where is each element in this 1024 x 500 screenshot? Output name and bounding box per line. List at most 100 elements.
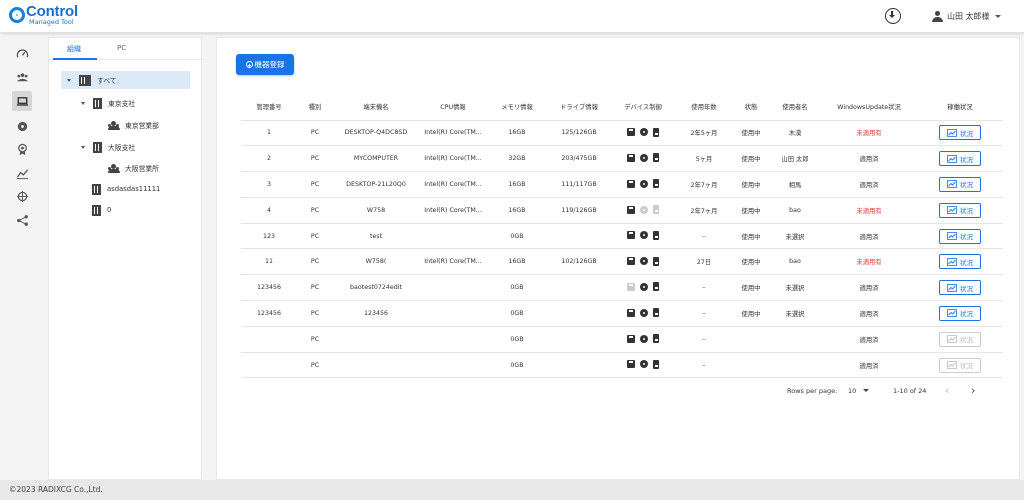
usb-icon[interactable] [653, 256, 659, 266]
cell-status: 状況 [917, 326, 1003, 353]
usb-icon[interactable] [653, 127, 659, 137]
next-page-button[interactable]: › [971, 385, 975, 396]
rows-per-page-select[interactable]: 10 [848, 387, 856, 395]
tree-node[interactable]: 大阪支社 [81, 138, 135, 156]
status-button[interactable]: 状況 [939, 280, 981, 296]
column-header[interactable]: 端末機名 [333, 93, 419, 121]
disc-icon[interactable] [640, 179, 648, 188]
table-row[interactable]: PC 0GB – 適用済 状況 [241, 352, 1003, 379]
tree-node[interactable]: すべて [61, 71, 190, 89]
disc-icon [17, 121, 27, 131]
column-header[interactable]: 種別 [297, 93, 333, 121]
cell-id: 4 [241, 197, 297, 224]
table-row[interactable]: 11 PC W758(Intel(R) Core(TM... 16GB 102/126G… [241, 248, 1003, 276]
tree-node[interactable]: 東京営業部 [107, 116, 159, 134]
save-icon[interactable] [627, 334, 635, 343]
rail-disc-button[interactable] [12, 116, 32, 136]
column-header[interactable]: 状態 [733, 93, 769, 121]
usb-icon[interactable] [653, 230, 659, 240]
table-row[interactable]: 2 PC MYCOMPUTER Intel(R) Core(TM... 32GB 203/… [241, 145, 1003, 173]
disc-icon[interactable] [640, 231, 648, 240]
rail-chart-button[interactable] [12, 163, 32, 183]
tree-node[interactable]: asdasdas11111 [81, 180, 160, 198]
status-button[interactable]: 状況 [939, 228, 981, 244]
rail-group-button[interactable] [12, 67, 32, 87]
user-menu[interactable]: 山田 太郎様 [932, 9, 1001, 23]
save-icon[interactable] [627, 282, 635, 291]
save-icon[interactable] [627, 231, 635, 240]
usb-icon[interactable] [653, 334, 659, 344]
usb-icon[interactable] [653, 153, 659, 163]
disc-icon[interactable] [640, 308, 648, 317]
column-header[interactable]: 管理番号 [241, 93, 297, 121]
table-row[interactable]: 123456 PC 123456 0GB – 使用中 未選択 適用済 状況 [241, 300, 1003, 327]
save-icon[interactable] [627, 308, 635, 317]
disc-icon[interactable] [640, 334, 648, 343]
download-icon[interactable] [885, 8, 901, 24]
status-button[interactable]: 状況 [939, 202, 981, 218]
table-row[interactable]: 3 PC DESKTOP-21L20Q0 Intel(R) Core(TM... 16G… [241, 171, 1003, 198]
usb-icon[interactable] [653, 205, 659, 215]
tree-node[interactable]: 東京支社 [81, 94, 135, 112]
table-row[interactable]: 1 PC DESKTOP-Q4DC8SD Intel(R) Core(TM... 16G… [241, 120, 1003, 147]
save-icon[interactable] [627, 360, 635, 369]
column-header[interactable]: WindowsUpdate状況 [821, 93, 917, 121]
rail-speedometer-button[interactable] [12, 44, 32, 64]
table-row[interactable]: 123 PC test 0GB – 使用中 未選択 適用済 状況 [241, 223, 1003, 250]
table-row[interactable]: 4 PC W758 Intel(R) Core(TM... 16GB 119/126GB 2… [241, 197, 1003, 224]
disc-icon[interactable] [640, 360, 648, 369]
status-button[interactable]: 状況 [939, 305, 981, 321]
laptop-icon [16, 96, 28, 106]
tab-organization[interactable]: 組織 [67, 44, 81, 54]
save-icon[interactable] [627, 179, 635, 188]
status-button[interactable]: 状況 [939, 254, 981, 270]
column-header[interactable]: 稼働状況 [917, 93, 1003, 121]
usb-icon[interactable] [653, 359, 659, 369]
status-button[interactable]: 状況 [939, 151, 981, 167]
prev-page-button[interactable]: ‹ [945, 385, 949, 396]
rail-laptop-button[interactable] [12, 91, 32, 111]
usb-icon[interactable] [653, 308, 659, 318]
disc-icon[interactable] [640, 153, 648, 162]
rail-badge-button[interactable] [12, 139, 32, 159]
column-header[interactable]: 使用者名 [769, 93, 821, 121]
usb-icon[interactable] [653, 282, 659, 292]
cell-type: PC [297, 248, 333, 276]
expand-arrow-icon[interactable] [81, 101, 85, 105]
save-icon[interactable] [627, 205, 635, 214]
disc-icon[interactable] [640, 128, 648, 137]
disc-icon[interactable] [640, 257, 648, 266]
status-button[interactable]: 状況 [939, 331, 981, 347]
tree-node-label: 0 [107, 206, 112, 214]
column-header[interactable]: ドライブ情報 [547, 93, 611, 121]
usb-icon[interactable] [653, 179, 659, 189]
chart-icon [947, 206, 957, 215]
column-header[interactable]: CPU情報 [419, 93, 487, 121]
disc-icon[interactable] [640, 205, 648, 214]
expand-arrow-icon[interactable] [67, 78, 71, 82]
save-icon[interactable] [627, 128, 635, 137]
column-header[interactable]: メモリ情報 [487, 93, 547, 121]
column-header[interactable]: デバイス制御 [611, 93, 675, 121]
user-name: 山田 太郎様 [947, 11, 990, 21]
status-button[interactable]: 状況 [939, 176, 981, 192]
caret-down-icon[interactable] [863, 389, 869, 392]
rail-crosshair-button[interactable] [12, 186, 32, 206]
status-button[interactable]: 状況 [939, 357, 981, 373]
disc-icon[interactable] [640, 282, 648, 291]
rail-share-button[interactable] [12, 210, 32, 230]
register-device-button[interactable]: 機器登録 [236, 54, 294, 75]
save-icon[interactable] [627, 257, 635, 266]
table-row[interactable]: 123456 PC baotest0724edit 0GB – 使用中 未選択 適用済 状況 [241, 274, 1003, 302]
column-header[interactable]: 使用年数 [675, 93, 733, 121]
tab-pc[interactable]: PC [117, 44, 126, 52]
tree-node[interactable]: 大阪営業所 [107, 159, 159, 177]
save-icon[interactable] [627, 153, 635, 162]
cell-status: 状況 [917, 120, 1003, 147]
expand-arrow-icon[interactable] [81, 145, 85, 149]
cell-years: 27日 [675, 248, 733, 276]
table-row[interactable]: PC 0GB – 適用済 状況 [241, 326, 1003, 353]
status-button[interactable]: 状況 [939, 125, 981, 141]
pagination: Rows per page: 10 1-10 of 24 ‹ › [787, 384, 1007, 398]
tree-node[interactable]: 0 [81, 201, 111, 219]
